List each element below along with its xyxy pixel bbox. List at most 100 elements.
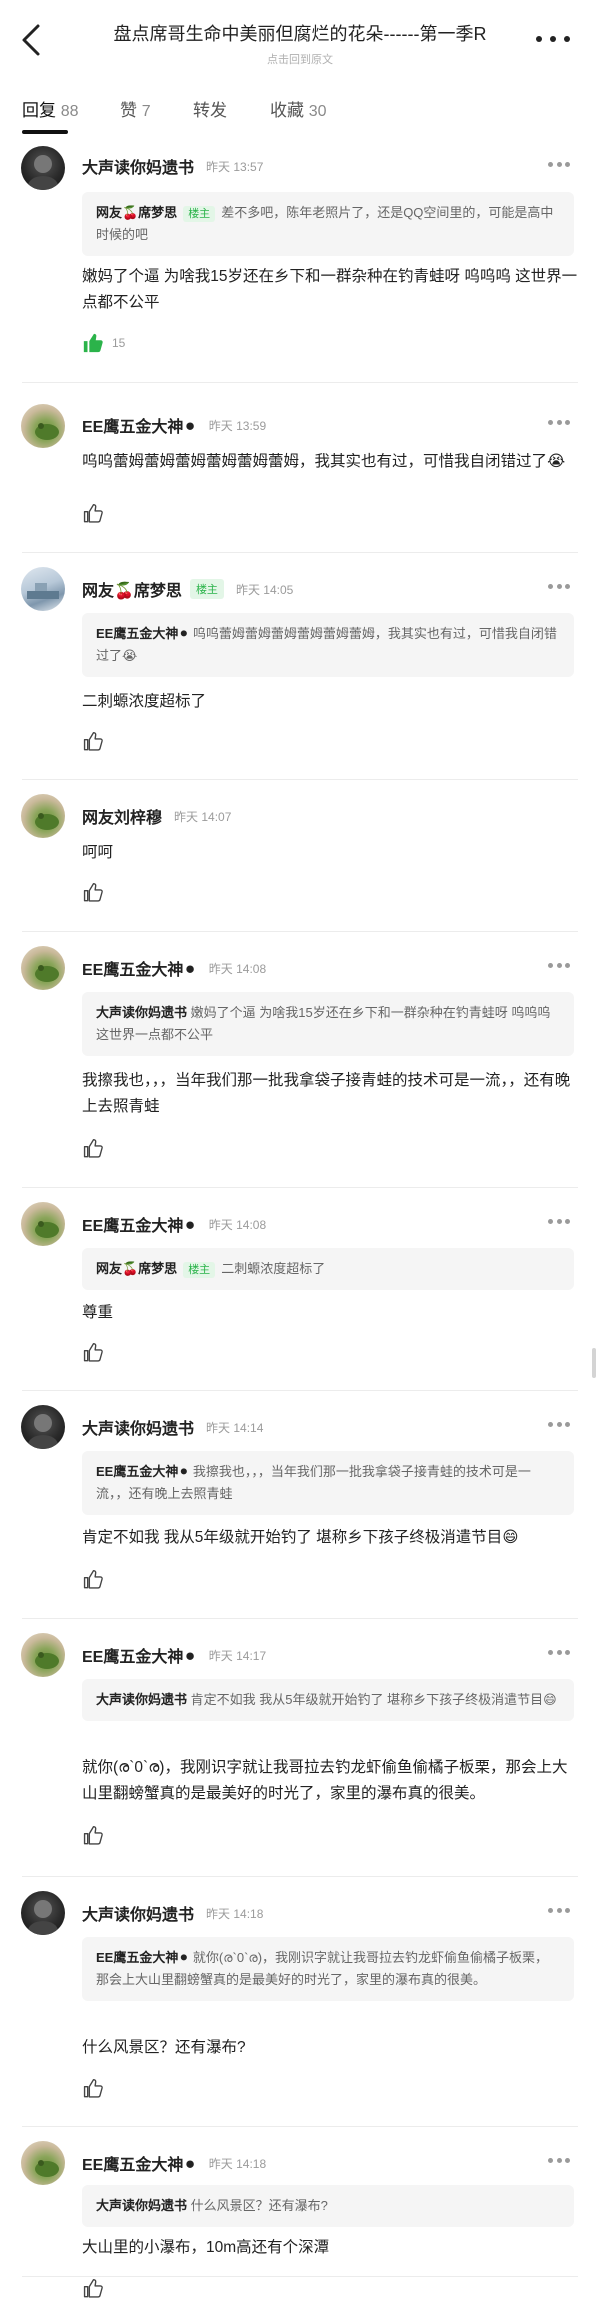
back-button[interactable]: [14, 20, 48, 60]
quoted-reply[interactable]: EE鹰五金大神⚫ 就你(ര`0`ര)，我刚识字就让我哥拉去钓龙虾偷鱼偷橘子板栗，…: [82, 1937, 574, 2001]
thumbs-up-icon: [83, 1342, 103, 1362]
thumbs-up-icon: [83, 333, 103, 353]
thumbs-up-icon: [83, 1569, 103, 1589]
tab-bar: 回复 88 赞 7 转发 收藏 30: [0, 78, 600, 136]
avatar-frog-icon: [35, 2160, 59, 2177]
username[interactable]: EE鹰五金大神⚫: [82, 2151, 197, 2175]
comment-header: 大声读你妈遗书 昨天 14:18: [82, 1901, 263, 1925]
comment-text: 呜呜蕾姆蕾姆蕾姆蕾姆蕾姆蕾姆，我其实也有过，可惜我自闭错过了😭: [82, 453, 566, 470]
more-dot-icon: [536, 36, 542, 42]
avatar-portrait-icon: [28, 155, 58, 190]
comment-text: 什么风景区？还有瀑布?: [82, 2039, 246, 2056]
quoted-reply[interactable]: 大声读你妈遗书 嫩妈了个逼 为啥我15岁还在乡下和一群杂种在钓青蛙呀 呜呜呜 这…: [82, 992, 574, 1056]
back-to-post-link[interactable]: 点击回到原文: [100, 51, 500, 67]
comment-more-button[interactable]: [548, 1650, 570, 1656]
op-badge: 楼主: [183, 206, 216, 222]
tab-count: 30: [308, 103, 327, 120]
page-title: 盘点席哥生命中美丽但腐烂的花朵------第一季R: [113, 24, 487, 44]
comment-text: 呵呵: [82, 844, 114, 861]
tab-count: 7: [141, 103, 151, 120]
thumbs-up-icon: [83, 503, 103, 523]
comment-item: EE鹰五金大神⚫ 昨天 14:17 大声读你妈遗书 肯定不如我 我从5年级就开始…: [0, 1619, 600, 1877]
avatar[interactable]: [21, 567, 65, 611]
tab-replies[interactable]: 回复 88: [22, 96, 79, 121]
like-button[interactable]: [82, 2277, 104, 2299]
avatar[interactable]: [21, 1405, 65, 1449]
avatar[interactable]: [21, 1202, 65, 1246]
title-block[interactable]: 盘点席哥生命中美丽但腐烂的花朵------第一季R 点击回到原文: [100, 20, 500, 67]
comment-more-button[interactable]: [548, 2158, 570, 2164]
username[interactable]: 大声读你妈遗书: [82, 154, 194, 178]
username[interactable]: EE鹰五金大神⚫: [82, 956, 197, 980]
op-badge: 楼主: [189, 579, 224, 599]
tab-label: 收藏: [270, 101, 304, 120]
comment-text: 尊重: [82, 1304, 114, 1321]
username[interactable]: 网友🍒席梦思: [82, 577, 182, 601]
username[interactable]: 大声读你妈遗书: [82, 1415, 194, 1439]
username[interactable]: 网友刘梓穆: [82, 804, 162, 828]
avatar-frog-icon: [35, 1221, 59, 1238]
like-button[interactable]: [82, 881, 104, 903]
like-button[interactable]: [82, 2077, 104, 2099]
avatar-frog-icon: [35, 965, 59, 982]
comment-header: 大声读你妈遗书 昨天 14:14: [82, 1415, 263, 1439]
comment-text: 大山里的小瀑布，10m高还有个深潭: [82, 2239, 330, 2256]
like-button[interactable]: [82, 1341, 104, 1363]
quoted-username: EE鹰五金大神⚫: [96, 626, 190, 641]
username[interactable]: EE鹰五金大神⚫: [82, 413, 197, 437]
comment-text: 我擦我也，，，当年我们那一批我拿袋子接青蛙的技术可是一流，，还有晚上去照青蛙: [82, 1072, 571, 1115]
avatar-frog-icon: [35, 423, 59, 440]
tab-label: 转发: [193, 101, 227, 120]
comment-more-button[interactable]: [548, 162, 570, 168]
comment-item: EE鹰五金大神⚫ 昨天 14:08 大声读你妈遗书 嫩妈了个逼 为啥我15岁还在…: [0, 932, 600, 1188]
quoted-username: EE鹰五金大神⚫: [96, 1950, 190, 1965]
quoted-username: 网友🍒席梦思: [96, 205, 178, 220]
quoted-reply[interactable]: EE鹰五金大神⚫ 我擦我也，，，当年我们那一批我拿袋子接青蛙的技术可是一流，，还…: [82, 1451, 574, 1515]
avatar[interactable]: [21, 146, 65, 190]
more-options-button[interactable]: [536, 32, 570, 46]
comment-item: EE鹰五金大神⚫ 昨天 14:08 网友🍒席梦思 楼主 二刺螈浓度超标了 尊重: [0, 1188, 600, 1391]
avatar[interactable]: [21, 794, 65, 838]
comment-item: 网友刘梓穆 昨天 14:07 呵呵: [0, 780, 600, 932]
avatar-portrait-icon: [28, 1414, 58, 1449]
quoted-text: 二刺螈浓度超标了: [221, 1261, 326, 1276]
avatar[interactable]: [21, 1891, 65, 1935]
comment-more-button[interactable]: [548, 420, 570, 426]
username[interactable]: EE鹰五金大神⚫: [82, 1212, 197, 1236]
comment-time: 昨天 14:08: [208, 1217, 267, 1232]
like-button[interactable]: [82, 502, 104, 524]
quoted-reply[interactable]: 大声读你妈遗书 肯定不如我 我从5年级就开始钓了 堪称乡下孩子终极消遣节目😄: [82, 1679, 574, 1721]
like-button[interactable]: 15: [82, 332, 125, 354]
avatar[interactable]: [21, 946, 65, 990]
avatar[interactable]: [21, 2141, 65, 2185]
tab-likes[interactable]: 赞 7: [120, 96, 151, 121]
comment-more-button[interactable]: [548, 584, 570, 590]
scrollbar-thumb[interactable]: [592, 1348, 596, 1378]
tab-reposts[interactable]: 转发: [193, 96, 227, 121]
comment-more-button[interactable]: [548, 1219, 570, 1225]
quoted-username: EE鹰五金大神⚫: [96, 1464, 190, 1479]
avatar[interactable]: [21, 404, 65, 448]
comment-more-button[interactable]: [548, 963, 570, 969]
more-dot-icon: [550, 36, 556, 42]
username[interactable]: 大声读你妈遗书: [82, 1901, 194, 1925]
username[interactable]: EE鹰五金大神⚫: [82, 1643, 197, 1667]
quoted-reply[interactable]: 网友🍒席梦思 楼主 二刺螈浓度超标了: [82, 1248, 574, 1290]
avatar[interactable]: [21, 1633, 65, 1677]
comment-header: 网友刘梓穆 昨天 14:07: [82, 804, 231, 828]
comment-item: EE鹰五金大神⚫ 昨天 14:18 大声读你妈遗书 什么风景区？还有瀑布? 大山…: [0, 2127, 600, 2298]
comment-header: EE鹰五金大神⚫ 昨天 14:17: [82, 1643, 266, 1667]
quoted-reply[interactable]: 网友🍒席梦思 楼主 差不多吧，陈年老照片了，还是QQ空间里的，可能是高中时候的吧: [82, 192, 574, 256]
like-button[interactable]: [82, 1568, 104, 1590]
like-button[interactable]: [82, 1137, 104, 1159]
thumbs-up-icon: [83, 1825, 103, 1845]
like-button[interactable]: [82, 730, 104, 752]
comment-time: 昨天 14:17: [208, 1648, 267, 1663]
quoted-reply[interactable]: 大声读你妈遗书 什么风景区？还有瀑布?: [82, 2185, 574, 2227]
quoted-reply[interactable]: EE鹰五金大神⚫ 呜呜蕾姆蕾姆蕾姆蕾姆蕾姆蕾姆，我其实也有过，可惜我自闭错过了😭: [82, 613, 574, 677]
comment-time: 昨天 14:07: [174, 809, 232, 824]
tab-favorites[interactable]: 收藏 30: [270, 96, 327, 121]
like-button[interactable]: [82, 1824, 104, 1846]
comment-more-button[interactable]: [548, 1422, 570, 1428]
comment-more-button[interactable]: [548, 1908, 570, 1914]
